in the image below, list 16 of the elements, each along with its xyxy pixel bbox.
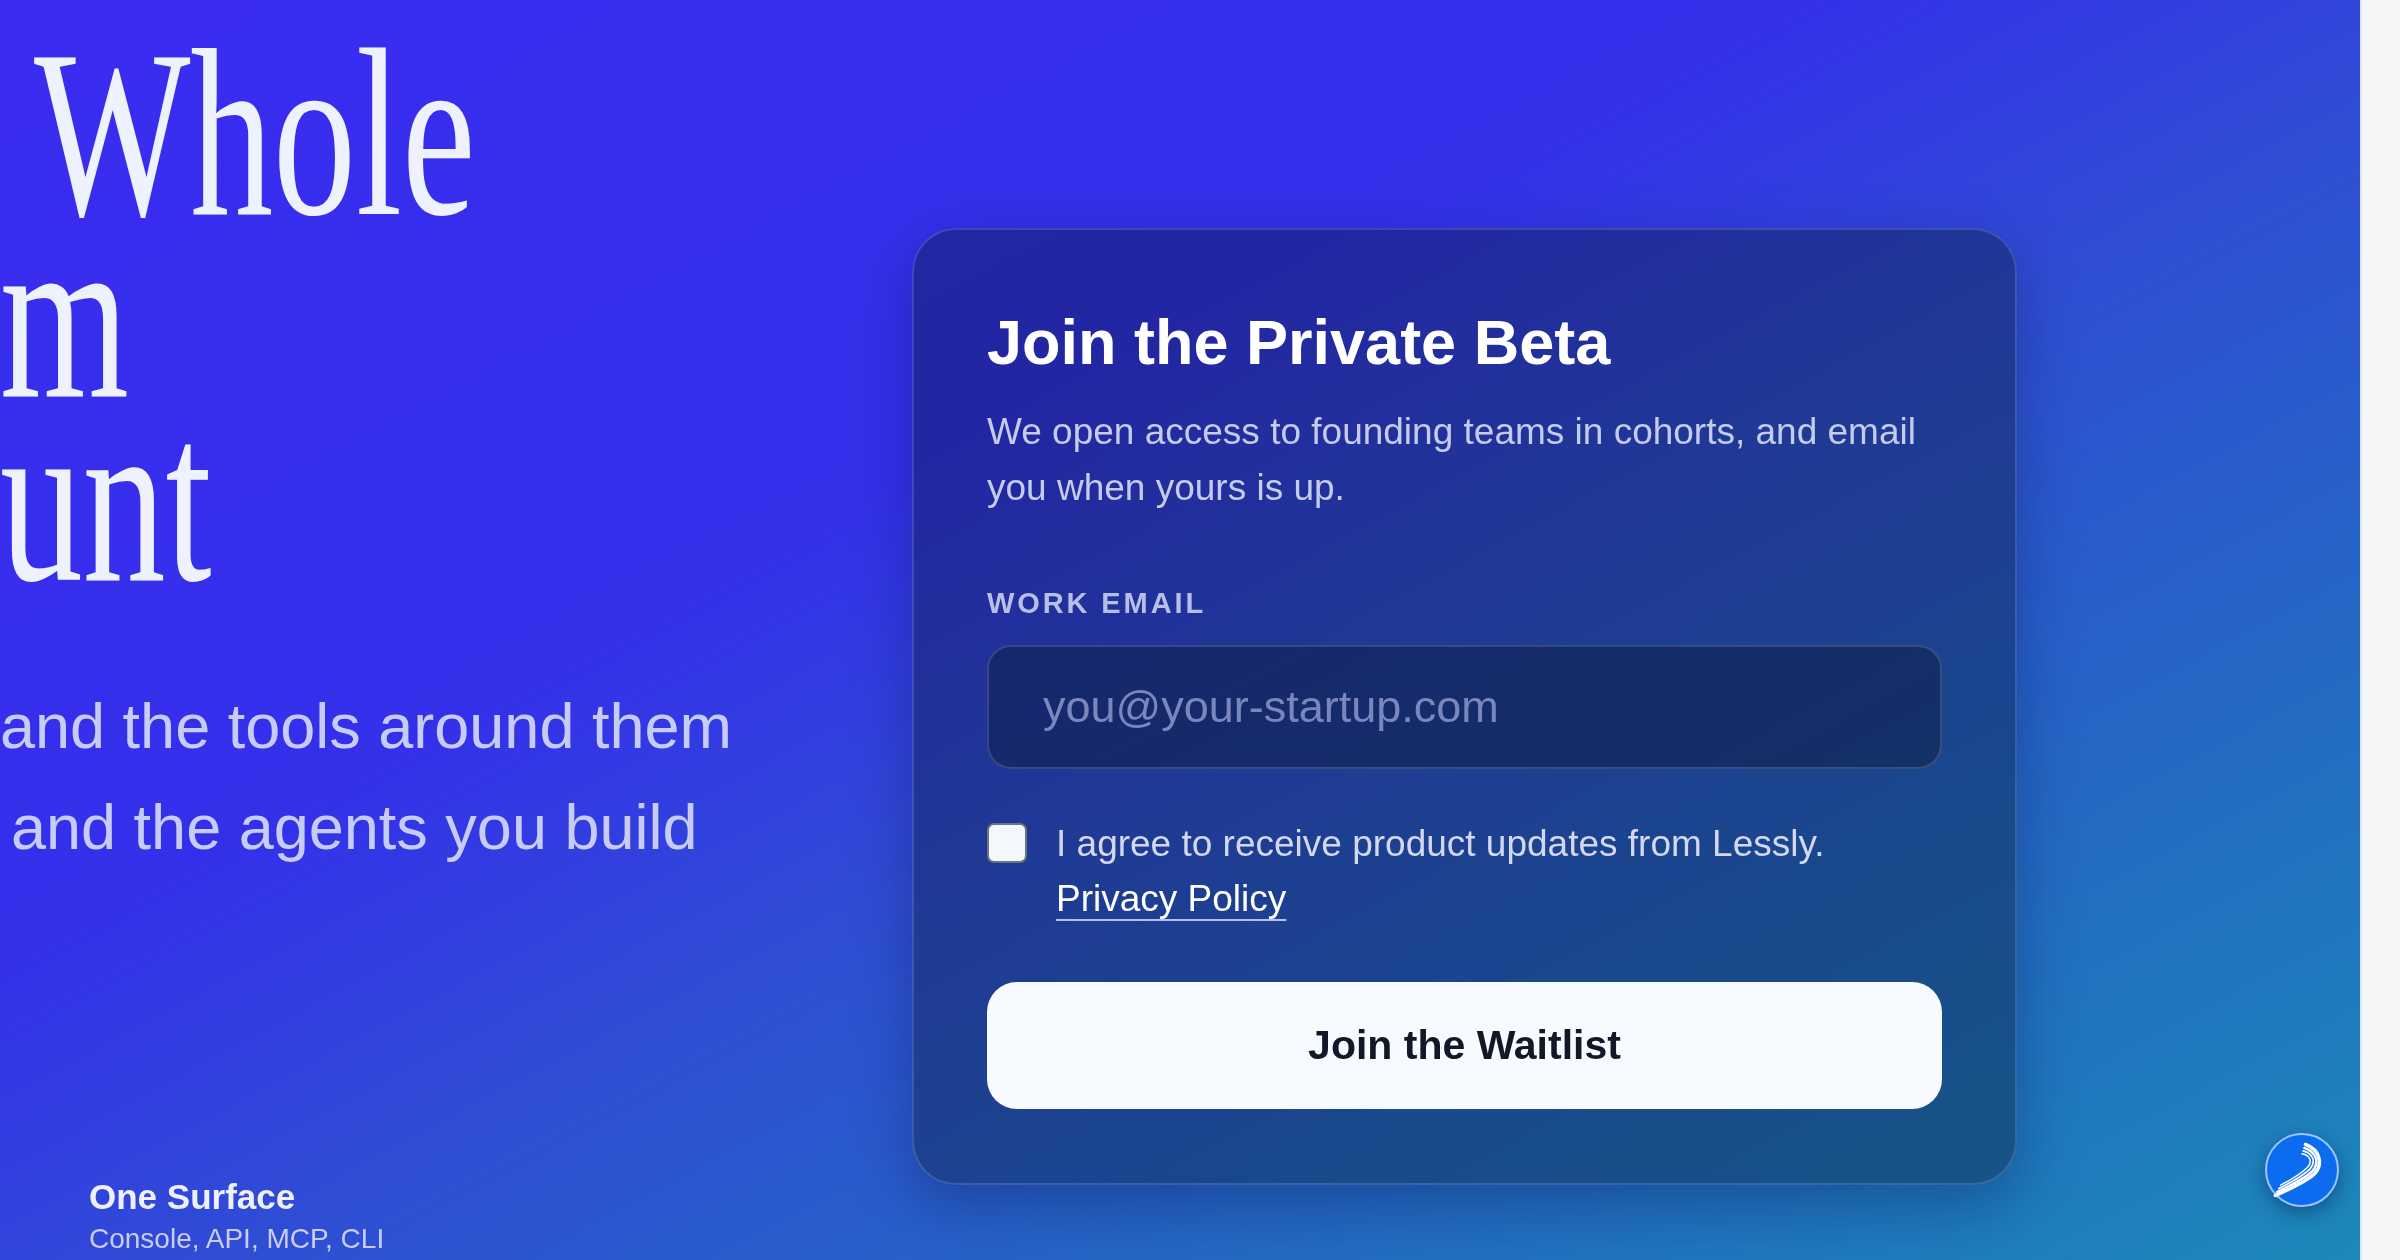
card-description: We open access to founding teams in cohorts, and email you when yours is up. xyxy=(987,410,1917,510)
feature-title: One Surface xyxy=(89,1176,296,1218)
consent-checkbox[interactable] xyxy=(987,823,1027,863)
email-input[interactable]: you@your-startup.com xyxy=(987,645,1942,769)
card-title: Join the Private Beta xyxy=(987,306,1612,379)
headline-text: Whole xyxy=(34,42,476,225)
headline-text: m xyxy=(0,225,129,408)
floating-button[interactable] xyxy=(2265,1133,2339,1207)
subtitle-text: and the tools around them xyxy=(0,690,732,763)
subtitle-text: and the agents you build xyxy=(11,791,698,864)
feature-description: Console, API, MCP, CLI xyxy=(89,1222,385,1256)
privacy-policy-link[interactable]: Privacy Policy xyxy=(1056,878,1287,919)
email-label: WORK EMAIL xyxy=(987,586,1207,621)
consent-text: I agree to receive product updates from Lessly. Privacy Policy xyxy=(1056,822,1826,921)
headline-text: unt xyxy=(0,408,212,591)
join-waitlist-button[interactable]: Join the Waitlist xyxy=(987,982,1942,1109)
